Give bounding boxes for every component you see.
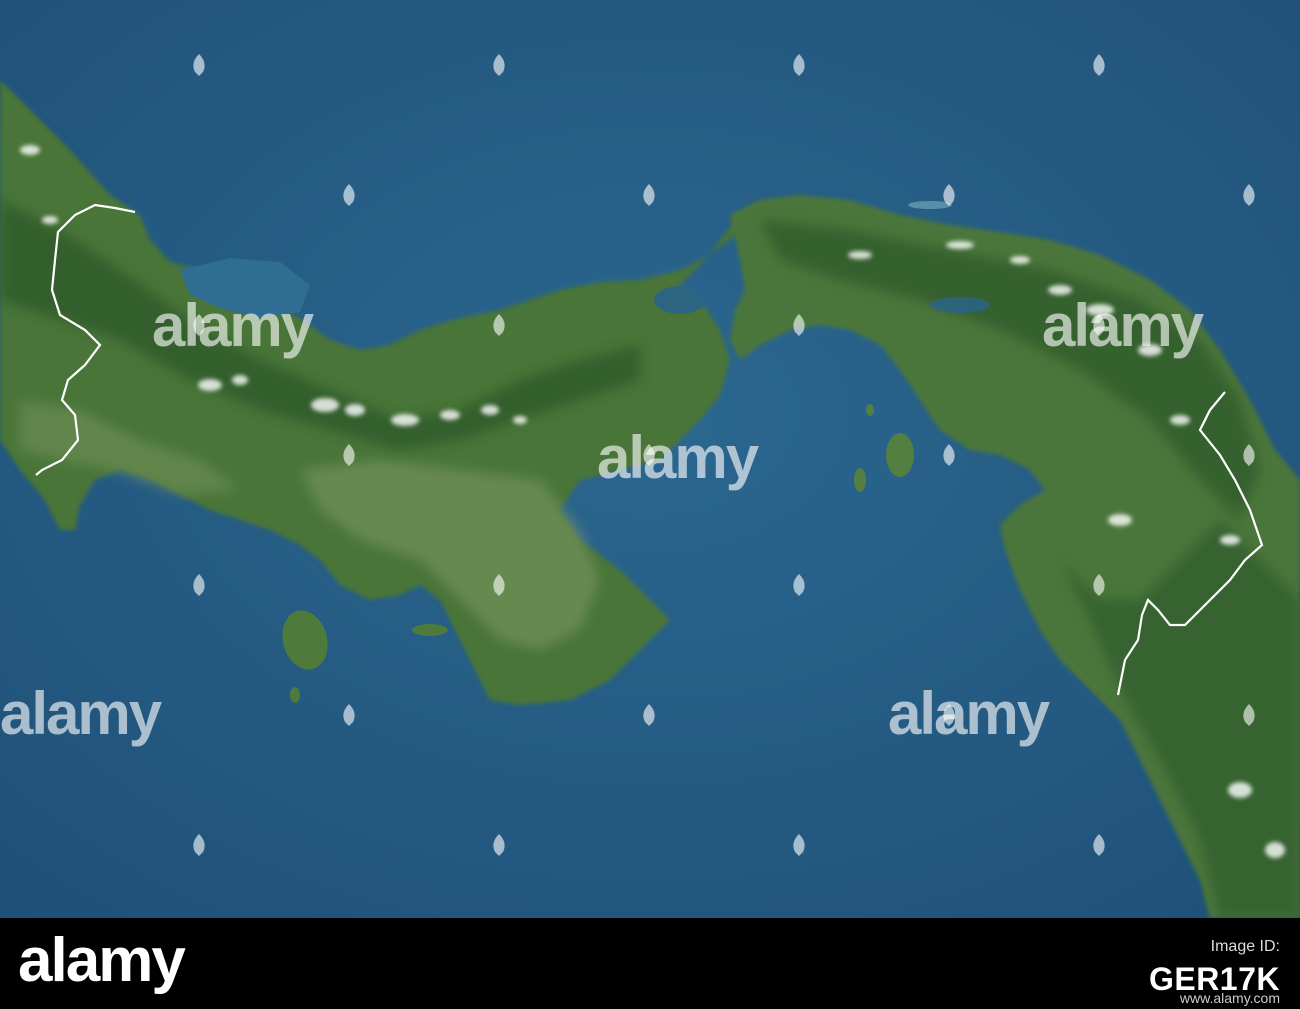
small-island-1 (290, 687, 300, 703)
watermark-mark (1093, 54, 1105, 76)
watermark-mark (343, 184, 355, 206)
footer-bar: alamy Image ID: GER17K www.alamy.com (0, 918, 1300, 1009)
watermark-mark (1243, 704, 1255, 726)
watermark-text: alamy (0, 680, 162, 747)
gatun-lake (654, 286, 706, 314)
watermark-mark (193, 834, 205, 856)
watermark-mark (493, 834, 505, 856)
watermark-mark (1093, 834, 1105, 856)
watermark-mark (1093, 574, 1105, 596)
watermark-mark (493, 314, 505, 336)
watermark-text: alamy (152, 292, 314, 359)
watermark-mark (943, 184, 955, 206)
watermark-text: alamy (597, 424, 759, 491)
watermark-mark (793, 834, 805, 856)
watermark-mark (343, 704, 355, 726)
watermark-mark (793, 574, 805, 596)
watermark-mark (943, 444, 955, 466)
watermark-mark (1243, 444, 1255, 466)
watermark-mark (643, 704, 655, 726)
pearl-islands-1 (886, 433, 914, 477)
pearl-islands-2 (854, 468, 866, 492)
footer-url: www.alamy.com (1179, 990, 1280, 1006)
watermark-mark (193, 54, 205, 76)
watermark-mark (343, 444, 355, 466)
satellite-map-stage: alamy alamy alamy alamy alamy alamy Imag… (0, 0, 1300, 1009)
cebaco-island (412, 624, 448, 636)
watermark-text: alamy (1042, 292, 1204, 359)
watermark-mark (1243, 184, 1255, 206)
bayano-lake (930, 297, 990, 313)
watermark-mark (643, 184, 655, 206)
watermark-mark (793, 314, 805, 336)
pearl-islands-3 (866, 404, 874, 416)
image-id-label: Image ID: (1210, 938, 1280, 955)
watermark-mark (493, 54, 505, 76)
watermark-mark (193, 574, 205, 596)
watermark-text: alamy (888, 680, 1050, 747)
watermark-mark (493, 574, 505, 596)
watermark-mark (793, 54, 805, 76)
footer-brand-logo: alamy (18, 926, 186, 995)
